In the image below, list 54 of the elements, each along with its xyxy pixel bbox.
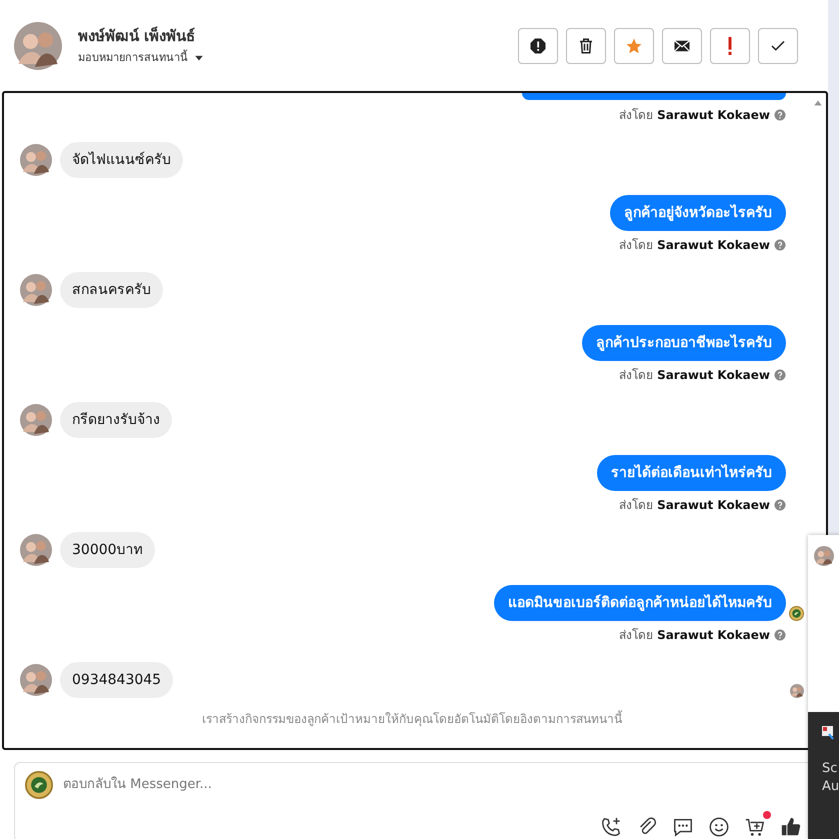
- assign-dropdown[interactable]: มอบหมายการสนทนานี้: [78, 50, 204, 66]
- notification-dot: [763, 811, 771, 819]
- smiley-icon: [708, 816, 730, 838]
- important-button[interactable]: [710, 28, 750, 64]
- help-icon: [774, 239, 786, 251]
- exclamation-icon: [728, 36, 732, 54]
- message-bubble: แอดมินขอเบอร์ติดต่อลูกค้าหน่อยได้ไหมครับ: [494, 585, 786, 621]
- thumbs-up-icon: [780, 816, 802, 838]
- message-bubble: ลูกค้าอยู่จังหวัดอะไรครับ: [610, 195, 786, 231]
- message-bubble: 30000บาท: [60, 532, 155, 568]
- seen-avatar: [790, 684, 804, 698]
- alert-icon: [529, 36, 547, 54]
- scroll-up-icon[interactable]: [813, 98, 823, 108]
- sent-by-text: ส่งโดย Sarawut Kokaew: [619, 367, 770, 384]
- star-button[interactable]: [614, 28, 654, 64]
- star-icon: [625, 36, 643, 54]
- sent-by-text: ส่งโดย Sarawut Kokaew: [619, 107, 770, 124]
- help-icon: [774, 499, 786, 511]
- message-bubble: ลูกค้าประกอบอาชีพอะไรครับ: [582, 325, 786, 361]
- message-bubble: สกลนครครับ: [60, 272, 163, 308]
- done-button[interactable]: [758, 28, 798, 64]
- trash-icon: [577, 36, 595, 54]
- app-icon: [822, 726, 836, 740]
- customer-avatar: [20, 534, 52, 566]
- delete-button[interactable]: [566, 28, 606, 64]
- notification-text: Sc: [822, 760, 838, 778]
- sent-by-text: ส่งโดย Sarawut Kokaew: [619, 237, 770, 254]
- call-icon: [600, 816, 622, 838]
- notification-text: Au: [822, 778, 839, 796]
- message-bubble: 0934843045: [60, 662, 174, 698]
- customer-avatar: [20, 274, 52, 306]
- page-avatar: [25, 771, 53, 799]
- sent-by-text: ส่งโดย Sarawut Kokaew: [619, 497, 770, 514]
- cart-icon: [744, 816, 766, 838]
- chat-icon: [672, 816, 694, 838]
- help-icon: [774, 629, 786, 641]
- call-button[interactable]: [599, 815, 623, 839]
- contact-name: พงษ์พัฒน์ เพ็งพันธ์: [78, 26, 196, 47]
- contact-avatar: [14, 22, 62, 70]
- message-bubble: จัดไฟแนนซ์ครับ: [60, 142, 183, 178]
- activity-note: เราสร้างกิจกรรมของลูกค้าเป้าหมายให้กับคุณโดยอัตโนมัติโดยอิงตามการสนทนานี้: [201, 710, 624, 728]
- spam-button[interactable]: [518, 28, 558, 64]
- mark-unread-button[interactable]: [662, 28, 702, 64]
- customer-avatar: [20, 144, 52, 176]
- popup-avatar: [814, 546, 834, 566]
- sent-by-text: ส่งโดย Sarawut Kokaew: [619, 627, 770, 644]
- help-icon: [774, 369, 786, 381]
- help-icon: [774, 109, 786, 121]
- emoji-button[interactable]: [707, 815, 731, 839]
- customer-avatar: [20, 404, 52, 436]
- message-bubble: รายได้ต่อเดือนเท่าไหร่ครับ: [597, 455, 786, 491]
- seen-avatar: [789, 606, 804, 621]
- customer-avatar: [20, 664, 52, 696]
- message-bubble: กรีดยางรับจ้าง: [60, 402, 172, 438]
